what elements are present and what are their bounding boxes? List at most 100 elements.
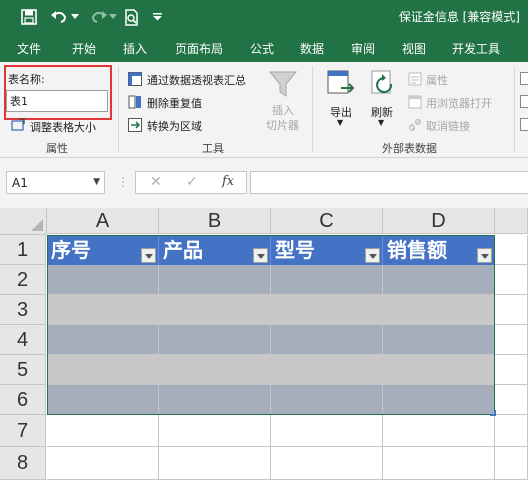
- tab-file[interactable]: 文件: [17, 40, 41, 57]
- column-header-c[interactable]: C: [271, 208, 383, 234]
- customize-toolbar-icon[interactable]: [150, 7, 164, 27]
- export-dropdown-icon[interactable]: ▼: [337, 118, 343, 127]
- convert-to-range-button[interactable]: 转换为区域: [147, 118, 202, 134]
- checkbox-icon[interactable]: [520, 95, 528, 109]
- drag-handle-icon[interactable]: ⋮: [117, 175, 129, 189]
- table-cell[interactable]: [47, 265, 159, 295]
- grid-cell[interactable]: [495, 295, 528, 325]
- table-cell[interactable]: [159, 355, 271, 385]
- tab-review[interactable]: 审阅: [351, 40, 375, 57]
- column-header-a[interactable]: A: [47, 208, 159, 234]
- grid-cell[interactable]: [495, 415, 528, 447]
- properties-button[interactable]: 属性: [426, 72, 448, 88]
- grid-cell[interactable]: [495, 355, 528, 385]
- grid-cell[interactable]: [271, 415, 383, 447]
- row-header-5[interactable]: 5: [0, 355, 46, 385]
- row-header-2[interactable]: 2: [0, 265, 46, 295]
- redo-icon[interactable]: [88, 7, 110, 27]
- remove-duplicates-button[interactable]: 删除重复值: [147, 95, 202, 111]
- row-header-8[interactable]: 8: [0, 447, 46, 480]
- grid-cell[interactable]: [495, 447, 528, 480]
- table-cell[interactable]: [159, 325, 271, 355]
- column-header-b[interactable]: B: [159, 208, 271, 234]
- grid-cell[interactable]: [159, 415, 271, 447]
- filter-dropdown-icon[interactable]: [365, 248, 380, 263]
- table-cell[interactable]: [159, 295, 271, 325]
- refresh-dropdown-icon[interactable]: ▼: [378, 118, 384, 127]
- row-header-1[interactable]: 1: [0, 235, 46, 265]
- table-cell[interactable]: [47, 355, 159, 385]
- table-cell[interactable]: [47, 325, 159, 355]
- grid-cell[interactable]: [47, 415, 159, 447]
- pivot-table-icon: [128, 72, 142, 86]
- redo-dropdown-icon[interactable]: [108, 7, 118, 27]
- tab-developer[interactable]: 开发工具: [452, 40, 500, 57]
- cancel-x-icon[interactable]: ✕: [150, 174, 162, 190]
- row-header-4[interactable]: 4: [0, 325, 46, 355]
- checkmark-icon[interactable]: ✓: [186, 174, 198, 190]
- table-cell[interactable]: [159, 385, 271, 415]
- tab-data[interactable]: 数据: [300, 40, 324, 57]
- table-resize-handle[interactable]: [490, 410, 496, 416]
- grid-cell[interactable]: [495, 235, 528, 265]
- filter-dropdown-icon[interactable]: [253, 248, 268, 263]
- table-cell[interactable]: [271, 325, 383, 355]
- formula-input[interactable]: [250, 171, 528, 194]
- table-cell[interactable]: [383, 265, 495, 295]
- resize-table-icon: [11, 118, 25, 132]
- table-cell[interactable]: [47, 295, 159, 325]
- tab-view[interactable]: 视图: [402, 40, 426, 57]
- table-cell[interactable]: [271, 355, 383, 385]
- table-cell[interactable]: [383, 355, 495, 385]
- unlink-button[interactable]: 取消链接: [426, 118, 470, 134]
- resize-table-button[interactable]: 调整表格大小: [30, 119, 96, 135]
- tab-formulas[interactable]: 公式: [250, 40, 274, 57]
- row-header-3[interactable]: 3: [0, 295, 46, 325]
- table-cell[interactable]: [271, 385, 383, 415]
- chevron-down-icon[interactable]: ▼: [93, 177, 100, 187]
- table-name-label: 表名称:: [8, 73, 45, 86]
- undo-icon[interactable]: [48, 7, 70, 27]
- undo-dropdown-icon[interactable]: [70, 7, 80, 27]
- header-label-sales: 销售额: [387, 238, 447, 262]
- column-header-d[interactable]: D: [383, 208, 495, 234]
- grid-cell[interactable]: [271, 447, 383, 480]
- tab-home[interactable]: 开始: [72, 40, 96, 57]
- table-cell[interactable]: [383, 385, 495, 415]
- checkbox-icon[interactable]: [520, 72, 528, 86]
- filter-dropdown-icon[interactable]: [141, 248, 156, 263]
- table-cell[interactable]: [47, 385, 159, 415]
- grid-cell[interactable]: [495, 325, 528, 355]
- name-box[interactable]: A1 ▼: [6, 171, 105, 194]
- row-header-7[interactable]: 7: [0, 415, 46, 447]
- save-icon[interactable]: [18, 7, 40, 27]
- table-cell[interactable]: [271, 265, 383, 295]
- fx-button[interactable]: fx: [222, 174, 234, 189]
- print-preview-icon[interactable]: [122, 7, 142, 27]
- external-data-group-label: 外部表数据: [382, 142, 437, 155]
- open-in-browser-button[interactable]: 用浏览器打开: [426, 95, 492, 111]
- table-cell[interactable]: [271, 295, 383, 325]
- grid-cell[interactable]: [47, 447, 159, 480]
- select-all-corner[interactable]: [0, 208, 47, 235]
- tab-insert[interactable]: 插入: [123, 40, 147, 57]
- summarize-pivot-button[interactable]: 通过数据透视表汇总: [147, 72, 246, 88]
- group-separator: [118, 66, 119, 152]
- tab-page-layout[interactable]: 页面布局: [175, 40, 223, 57]
- grid-cell[interactable]: [495, 265, 528, 295]
- table-name-input[interactable]: [6, 90, 108, 112]
- grid-cell[interactable]: [159, 447, 271, 480]
- table-cell[interactable]: [383, 325, 495, 355]
- grid-cell[interactable]: [383, 415, 495, 447]
- table-cell[interactable]: [159, 265, 271, 295]
- row-header-6[interactable]: 6: [0, 385, 46, 415]
- insert-slicer-line1[interactable]: 插入: [272, 102, 294, 118]
- table-cell[interactable]: [383, 295, 495, 325]
- filter-dropdown-icon[interactable]: [477, 248, 492, 263]
- grid-cell[interactable]: [383, 447, 495, 480]
- insert-slicer-line2[interactable]: 切片器: [266, 117, 299, 133]
- checkbox-icon[interactable]: [520, 118, 528, 132]
- grid-cell[interactable]: [495, 385, 528, 415]
- column-header-e[interactable]: [495, 208, 528, 234]
- worksheet-grid: A B C D 1 2 3 4 5 6 7 8 序号 产品 型号 销售额: [0, 208, 528, 480]
